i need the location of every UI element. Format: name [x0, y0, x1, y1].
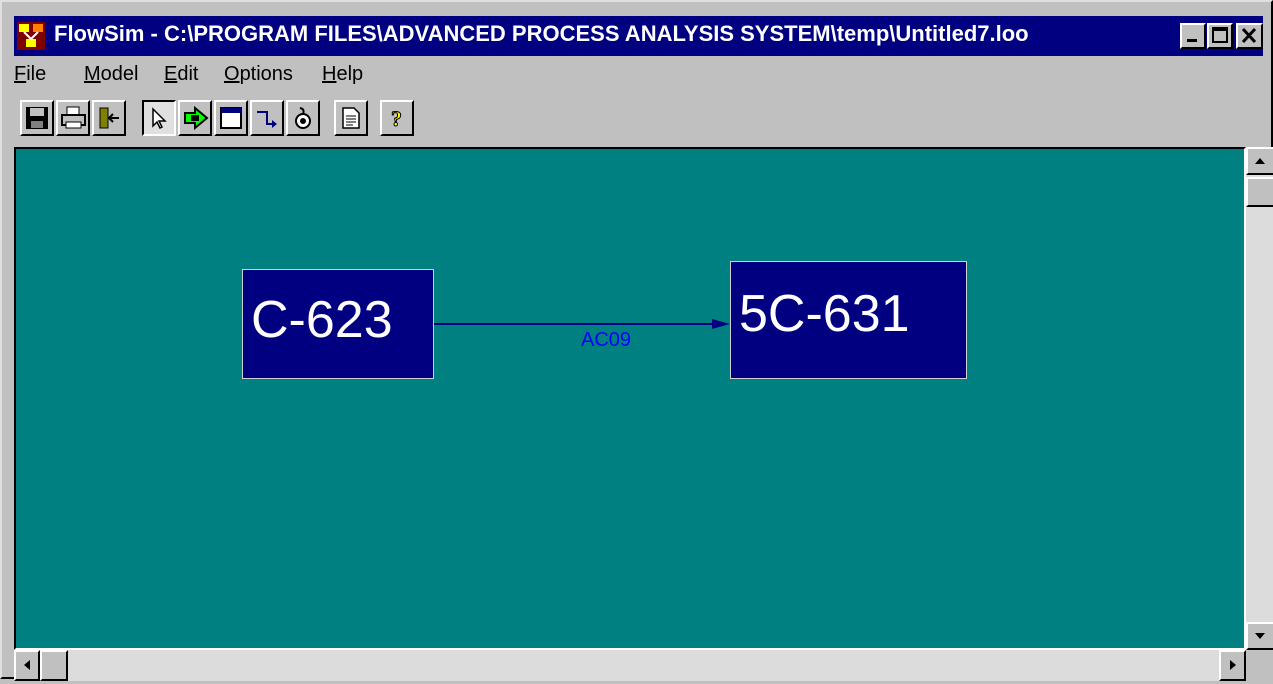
window-icon [220, 107, 242, 129]
connector-icon [257, 111, 277, 128]
toolbar: ? [14, 96, 1263, 144]
diagram-canvas[interactable]: C-623 AC09 5C-631 [14, 147, 1246, 650]
pointer-icon [152, 107, 167, 130]
document-icon [342, 107, 360, 129]
save-button[interactable] [20, 100, 54, 136]
diagram-edges [434, 319, 730, 329]
bomb-tool-button[interactable] [286, 100, 320, 136]
maximize-icon [1212, 27, 1228, 43]
bomb-icon [295, 107, 311, 129]
title-bar[interactable]: FlowSim - C:\PROGRAM FILES\ADVANCED PROC… [14, 16, 1263, 56]
menu-edit[interactable]: Edit [164, 63, 198, 86]
scrollbar-corner [1246, 650, 1273, 681]
close-button[interactable] [1236, 23, 1263, 49]
menu-model[interactable]: Model [84, 63, 138, 86]
save-icon [26, 107, 48, 129]
menu-help[interactable]: Help [322, 63, 363, 86]
horizontal-scroll-thumb[interactable] [40, 650, 68, 681]
scroll-down-button[interactable] [1246, 622, 1273, 650]
window-title: FlowSim - C:\PROGRAM FILES\ADVANCED PROC… [54, 21, 1029, 46]
menu-bar: File Model Edit Options Help [14, 58, 1263, 92]
print-icon [61, 106, 86, 129]
edge-arrowhead [712, 319, 730, 329]
close-icon [1241, 27, 1257, 44]
print-button[interactable] [56, 100, 90, 136]
arrow-left-icon [24, 660, 30, 670]
node-label: C-623 [251, 291, 393, 349]
exit-button[interactable] [92, 100, 126, 136]
menu-options[interactable]: Options [224, 63, 293, 86]
horizontal-scrollbar[interactable] [14, 650, 1246, 681]
vertical-scroll-thumb[interactable] [1246, 177, 1273, 207]
flowsim-app-icon [17, 22, 45, 50]
arrow-down-icon [1255, 633, 1265, 639]
flowsim-window: FlowSim - C:\PROGRAM FILES\ADVANCED PROC… [0, 0, 1273, 681]
node-5c-631[interactable]: 5C-631 [730, 261, 967, 379]
report-button[interactable] [334, 100, 368, 136]
help-icon: ? [391, 106, 403, 130]
vertical-scrollbar[interactable] [1246, 147, 1273, 650]
svg-text:?: ? [391, 106, 402, 130]
scroll-left-button[interactable] [14, 650, 40, 681]
edge-label[interactable]: AC09 [581, 329, 631, 352]
add-node-button[interactable] [178, 100, 212, 136]
arrow-right-icon [1230, 660, 1236, 670]
scroll-up-button[interactable] [1246, 147, 1273, 175]
connector-tool-button[interactable] [250, 100, 284, 136]
arrow-up-icon [1255, 158, 1265, 164]
minimize-icon [1187, 39, 1197, 42]
minimize-button[interactable] [1180, 23, 1206, 49]
add-node-icon [184, 106, 209, 130]
menu-file[interactable]: File [14, 63, 46, 86]
help-button[interactable]: ? [380, 100, 414, 136]
scroll-right-button[interactable] [1219, 650, 1246, 681]
exit-icon [99, 107, 119, 129]
node-c-623[interactable]: C-623 [242, 269, 434, 379]
node-label: 5C-631 [739, 285, 910, 343]
window-tool-button[interactable] [214, 100, 248, 136]
maximize-button[interactable] [1207, 23, 1233, 49]
select-tool-button[interactable] [142, 100, 176, 136]
